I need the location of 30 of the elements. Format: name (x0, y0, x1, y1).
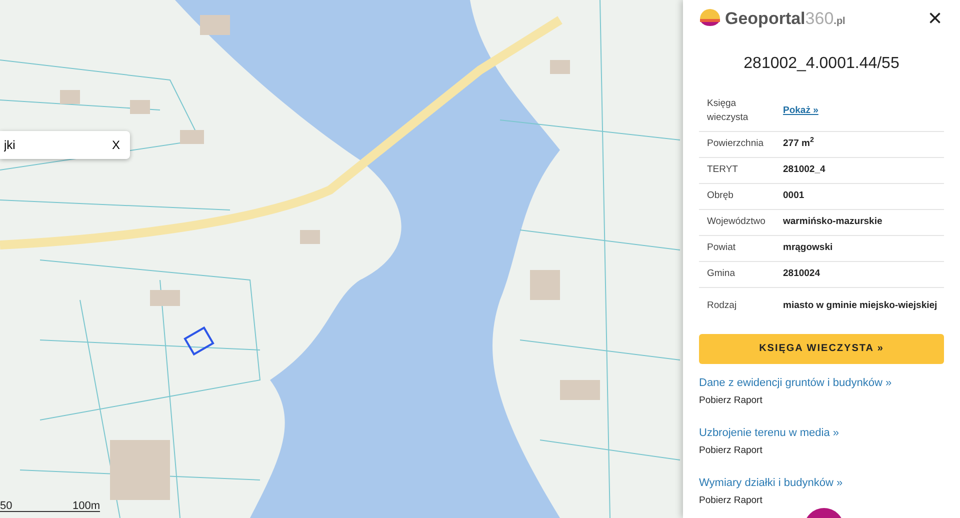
clear-button[interactable]: X (112, 136, 120, 154)
field-value: mrągowski (783, 242, 833, 253)
field-label: Województwo (706, 214, 766, 229)
field-value: 0001 (783, 190, 804, 201)
scale-label: 100m (72, 499, 100, 511)
field-label: Rodzaj (706, 299, 738, 314)
logo-text: Geoportal360.pl (725, 8, 846, 30)
field-label: Księga wieczysta (706, 96, 750, 125)
show-link[interactable]: Pokaż » (783, 104, 818, 116)
field-label: Powierzchnia (706, 136, 764, 151)
close-button[interactable]: × (926, 6, 944, 31)
field-value: warmińsko-mazurskie (783, 216, 882, 227)
land-register-button[interactable]: KSIĘGA WIECZYSTA » (699, 334, 944, 364)
field-label: Powiat (706, 240, 737, 255)
parcel-id-title: 281002_4.0001.44/55 (742, 54, 900, 74)
field-value: 281002_4 (783, 164, 826, 175)
field-value: 2810024 (783, 268, 820, 279)
report-link[interactable]: Uzbrojenie terenu w media » (699, 426, 840, 439)
download-report-text: Pobierz Raport (699, 494, 764, 508)
download-report-text: Pobierz Raport (699, 394, 764, 408)
field-label: Gmina (706, 266, 736, 281)
scale-label: 50 (0, 499, 12, 511)
field-label: Obręb (706, 188, 734, 203)
search-field[interactable]: jki X (0, 131, 130, 159)
report-link[interactable]: Dane z ewidencji gruntów i budynków » (699, 376, 892, 388)
report-link[interactable]: Wymiary działki i budynków » (699, 477, 843, 489)
field-value: 277 m$^{2}$ (783, 138, 814, 149)
field-label: TERYT (706, 162, 739, 177)
field-value: miasto w gminie miejsko-wiejskiej (783, 300, 938, 312)
download-report-text: Pobierz Raport (699, 444, 764, 458)
